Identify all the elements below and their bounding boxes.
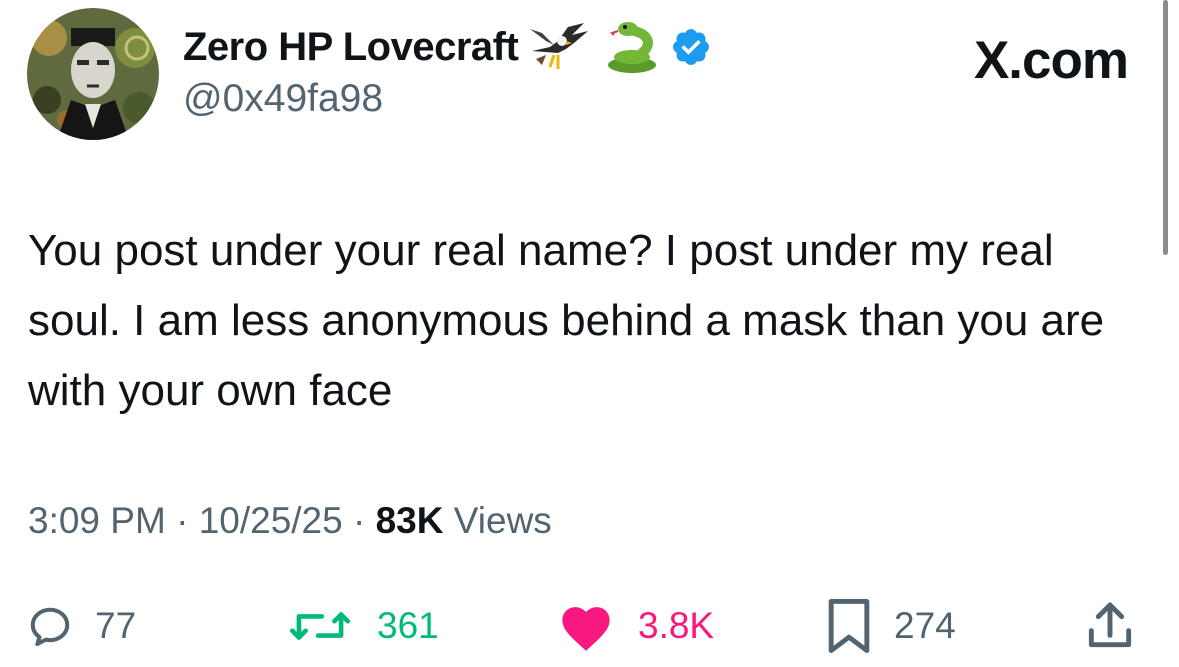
reply-count: 77	[95, 605, 137, 646]
tweet-date[interactable]: 10/25/25	[199, 500, 343, 541]
brand-label: X.com	[973, 31, 1129, 90]
scrollbar[interactable]	[1163, 0, 1168, 255]
tweet-text: You post under your real name? I post un…	[28, 226, 1105, 415]
retweet-button[interactable]: 361	[285, 596, 439, 656]
bookmark-icon	[826, 597, 872, 655]
views-label: Views	[453, 500, 552, 541]
eagle-icon	[528, 21, 592, 73]
like-button[interactable]: 3.8K	[556, 596, 714, 656]
verified-badge-icon[interactable]	[670, 26, 712, 68]
meta-separator: ·	[353, 500, 366, 541]
retweet-icon	[285, 603, 355, 649]
snake-icon	[602, 19, 660, 75]
bookmark-button[interactable]: 274	[826, 596, 956, 656]
retweet-count: 361	[377, 605, 439, 646]
avatar[interactable]	[27, 8, 159, 140]
author-handle[interactable]: @0x49fa98	[183, 77, 383, 121]
author-name-row: Zero HP Lovecraft	[183, 19, 712, 75]
share-icon	[1082, 598, 1138, 654]
reply-button[interactable]: 77	[27, 596, 136, 656]
views-count: 83K	[375, 500, 444, 541]
tweet-meta: 3:09 PM · 10/25/25 · 83K Views	[28, 500, 552, 542]
heart-icon	[556, 600, 616, 652]
share-button[interactable]	[1082, 596, 1138, 656]
tweet-time[interactable]: 3:09 PM	[28, 500, 166, 541]
meta-separator: ·	[176, 500, 189, 541]
bookmark-count: 274	[894, 605, 956, 646]
author-display-name[interactable]: Zero HP Lovecraft	[183, 25, 519, 70]
like-count: 3.8K	[638, 605, 715, 646]
action-bar: 77 361 3.8K 274	[0, 596, 1179, 656]
reply-icon	[27, 603, 73, 649]
